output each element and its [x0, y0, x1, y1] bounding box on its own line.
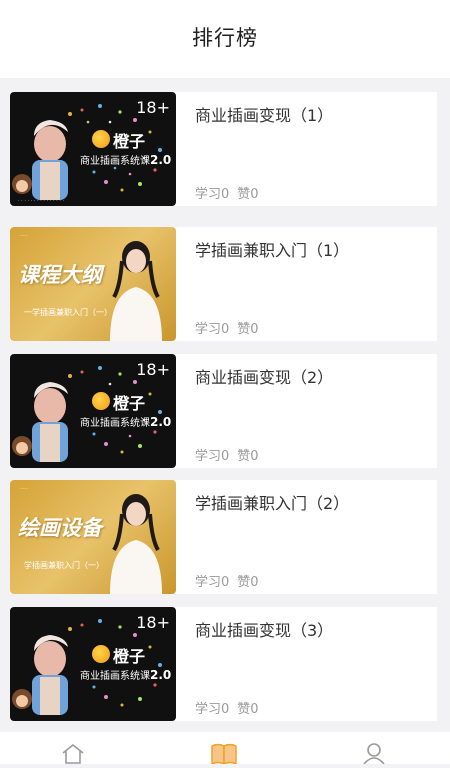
home-icon — [62, 743, 84, 764]
thumb-course-name: 商业插画系统课 — [80, 156, 150, 167]
thumb-brand: ····· — [20, 486, 28, 492]
thumb-course-text: 商业插画系统课2.0 — [80, 414, 171, 429]
course-title[interactable]: 学插画兼职入门（2） — [195, 490, 349, 514]
course-title[interactable]: 商业插画变现（3） — [195, 617, 333, 641]
thumb-headline: 课程大纲 — [18, 263, 102, 287]
age-badge: 18+ — [136, 98, 170, 117]
like-count: 赞0 — [237, 449, 259, 464]
course-title[interactable]: 商业插画变现（1） — [195, 102, 333, 126]
study-count: 学习0 — [195, 449, 230, 464]
like-count: 赞0 — [237, 322, 259, 337]
orange-icon — [92, 130, 110, 148]
course-card[interactable]: 18+ 橙子 商业插画系统课2.0 商业插画变现（3） 学习0 赞0 — [10, 607, 437, 721]
nav-courses[interactable] — [210, 742, 240, 766]
page-title: 排行榜 — [192, 26, 258, 50]
course-stats: 学习0 赞0 — [195, 445, 267, 464]
course-stats: 学习0 赞0 — [195, 571, 267, 590]
course-title[interactable]: 商业插画变现（2） — [195, 364, 333, 388]
course-card[interactable]: 18+ 橙子 商业插画系统课2.0 商业插画变现（2） 学习0 赞0 — [10, 354, 437, 468]
like-count: 赞0 — [237, 702, 259, 717]
thumb-course-name: 商业插画系统课 — [80, 418, 150, 429]
list-item[interactable]: 18+ 橙子 商业插画系统课2.0 商业插画变现（3） 学习0 赞0 — [0, 607, 450, 723]
list-item[interactable]: ····· 绘画设备 学插画兼职入门（一） 学插画兼职入门（2） 学习0 赞0 — [0, 480, 450, 596]
bottom-nav — [0, 732, 450, 766]
user-icon — [363, 743, 385, 765]
course-stats: 学习0 赞0 — [195, 698, 267, 717]
study-count: 学习0 — [195, 702, 230, 717]
thumb-logo-text: 橙子 — [113, 647, 146, 666]
study-count: 学习0 — [195, 575, 230, 590]
course-thumbnail[interactable]: · · · · · · · · · · · · · · · 18+ 橙子 商业插… — [10, 92, 176, 206]
like-count: 赞0 — [237, 187, 259, 202]
svg-text:· · · · · · · · · · · · · · ·: · · · · · · · · · · · · · · · — [18, 198, 65, 204]
thumb-brand: ····· — [20, 233, 28, 239]
nav-home[interactable] — [60, 742, 90, 764]
study-count: 学习0 — [195, 187, 230, 202]
orange-icon — [92, 645, 110, 663]
thumb-version: 2.0 — [150, 668, 172, 682]
course-thumbnail[interactable]: ····· 绘画设备 学插画兼职入门（一） — [10, 480, 176, 594]
thumb-version: 2.0 — [150, 415, 172, 429]
book-icon — [211, 743, 237, 766]
course-title[interactable]: 学插画兼职入门（1） — [195, 237, 349, 261]
course-card[interactable]: ····· 绘画设备 学插画兼职入门（一） 学插画兼职入门（2） 学习0 赞0 — [10, 480, 437, 594]
thumb-subtitle: 学插画兼职入门（一） — [24, 561, 104, 570]
course-card[interactable]: · · · · · · · · · · · · · · · 18+ 橙子 商业插… — [10, 92, 437, 206]
thumb-course-text: 商业插画系统课2.0 — [80, 667, 171, 682]
thumb-subtitle: 一学插画兼职入门（一） — [24, 308, 112, 317]
course-thumbnail[interactable]: 18+ 橙子 商业插画系统课2.0 — [10, 354, 176, 468]
course-card[interactable]: ····· 课程大纲 一学插画兼职入门（一） 学插画兼职入门（1） 学习0 赞0 — [10, 227, 437, 341]
thumb-course-text: 商业插画系统课2.0 — [80, 152, 171, 167]
thumb-version: 2.0 — [150, 153, 172, 167]
list-item[interactable]: 18+ 橙子 商业插画系统课2.0 商业插画变现（2） 学习0 赞0 — [0, 354, 450, 470]
like-count: 赞0 — [237, 575, 259, 590]
age-badge: 18+ — [136, 613, 170, 632]
thumb-logo-text: 橙子 — [113, 394, 146, 413]
age-badge: 18+ — [136, 360, 170, 379]
study-count: 学习0 — [195, 322, 230, 337]
list-item[interactable]: · · · · · · · · · · · · · · · 18+ 橙子 商业插… — [0, 92, 450, 208]
course-stats: 学习0 赞0 — [195, 183, 267, 202]
thumb-headline: 绘画设备 — [18, 516, 102, 540]
thumb-course-name: 商业插画系统课 — [80, 671, 150, 682]
course-thumbnail[interactable]: ····· 课程大纲 一学插画兼职入门（一） — [10, 227, 176, 341]
list-item[interactable]: ····· 课程大纲 一学插画兼职入门（一） 学插画兼职入门（1） 学习0 赞0 — [0, 227, 450, 343]
top-bar: 排行榜 — [0, 0, 450, 78]
course-stats: 学习0 赞0 — [195, 318, 267, 337]
thumb-logo-text: 橙子 — [113, 132, 146, 151]
nav-profile[interactable] — [362, 742, 392, 765]
course-thumbnail[interactable]: 18+ 橙子 商业插画系统课2.0 — [10, 607, 176, 721]
orange-icon — [92, 392, 110, 410]
